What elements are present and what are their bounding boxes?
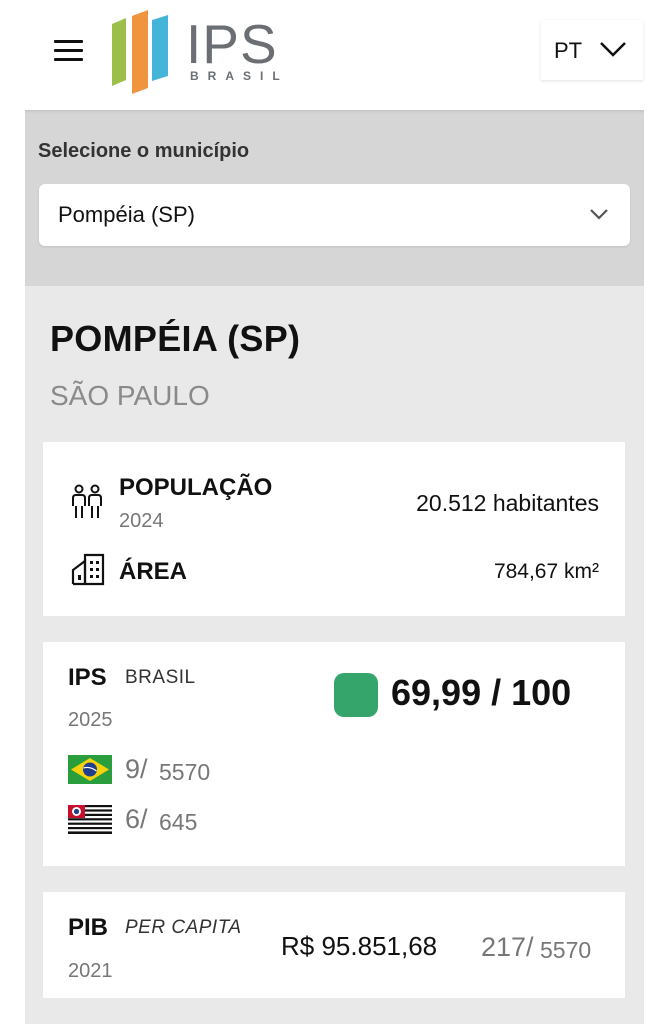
state-name: SÃO PAULO xyxy=(50,380,210,411)
top-header: IPS BRASIL PT xyxy=(0,0,669,110)
brazil-rank-total: 5570 xyxy=(159,759,211,785)
brazil-rank: 9/ xyxy=(125,754,148,784)
chevron-down-icon xyxy=(600,42,626,57)
population-value: 20.512 habitantes xyxy=(416,490,599,516)
population-label: POPULAÇÃO xyxy=(119,474,273,501)
logo-text: IPS xyxy=(186,13,278,75)
selector-label: Selecione o município xyxy=(38,140,250,162)
state-rank-total: 645 xyxy=(159,809,198,835)
pib-rank: 217/ xyxy=(481,932,534,962)
ips-brasil-logo[interactable]: IPS BRASIL xyxy=(108,8,308,94)
menu-icon[interactable] xyxy=(54,38,84,62)
main-panel: Selecione o município Pompéia (SP) POMPÉ… xyxy=(25,110,644,1024)
pib-label: PIB xyxy=(68,914,109,941)
ips-label: IPS xyxy=(68,664,107,691)
select-value: Pompéia (SP) xyxy=(58,202,195,227)
municipality-select[interactable]: Pompéia (SP) xyxy=(39,184,630,246)
logo-mark-icon xyxy=(112,10,168,94)
ips-sublabel: BRASIL xyxy=(125,667,196,688)
pib-sublabel: PER CAPITA xyxy=(125,917,242,938)
sao-paulo-flag-icon xyxy=(68,805,112,834)
building-icon xyxy=(71,553,105,586)
pib-value: R$ 95.851,68 xyxy=(281,931,438,961)
brazil-flag-icon xyxy=(68,755,112,784)
ips-year: 2025 xyxy=(68,709,113,731)
area-value: 784,67 km² xyxy=(493,560,599,583)
page-title: POMPÉIA (SP) xyxy=(50,318,301,359)
demographics-card: POPULAÇÃO 2024 20.512 habitantes ÁREA 78… xyxy=(43,442,625,616)
chevron-down-icon xyxy=(590,209,608,220)
state-rank: 6/ xyxy=(125,804,148,834)
pib-card: PIB PER CAPITA 2021 R$ 95.851,68 217/ 55… xyxy=(43,892,625,998)
municipality-selector-area: Selecione o município Pompéia (SP) xyxy=(25,110,644,286)
pib-year: 2021 xyxy=(68,960,113,982)
language-selector[interactable]: PT xyxy=(541,20,643,80)
score-status-indicator xyxy=(334,673,378,717)
ips-card: IPS BRASIL 2025 69,99 / 100 9/ 5570 6/ 6… xyxy=(43,642,625,866)
population-year: 2024 xyxy=(119,510,164,532)
pib-rank-total: 5570 xyxy=(540,937,592,963)
language-label: PT xyxy=(554,38,583,63)
area-label: ÁREA xyxy=(119,558,188,585)
people-icon xyxy=(72,484,102,518)
ips-score: 69,99 / 100 xyxy=(391,672,572,713)
logo-subtext: BRASIL xyxy=(190,69,289,83)
